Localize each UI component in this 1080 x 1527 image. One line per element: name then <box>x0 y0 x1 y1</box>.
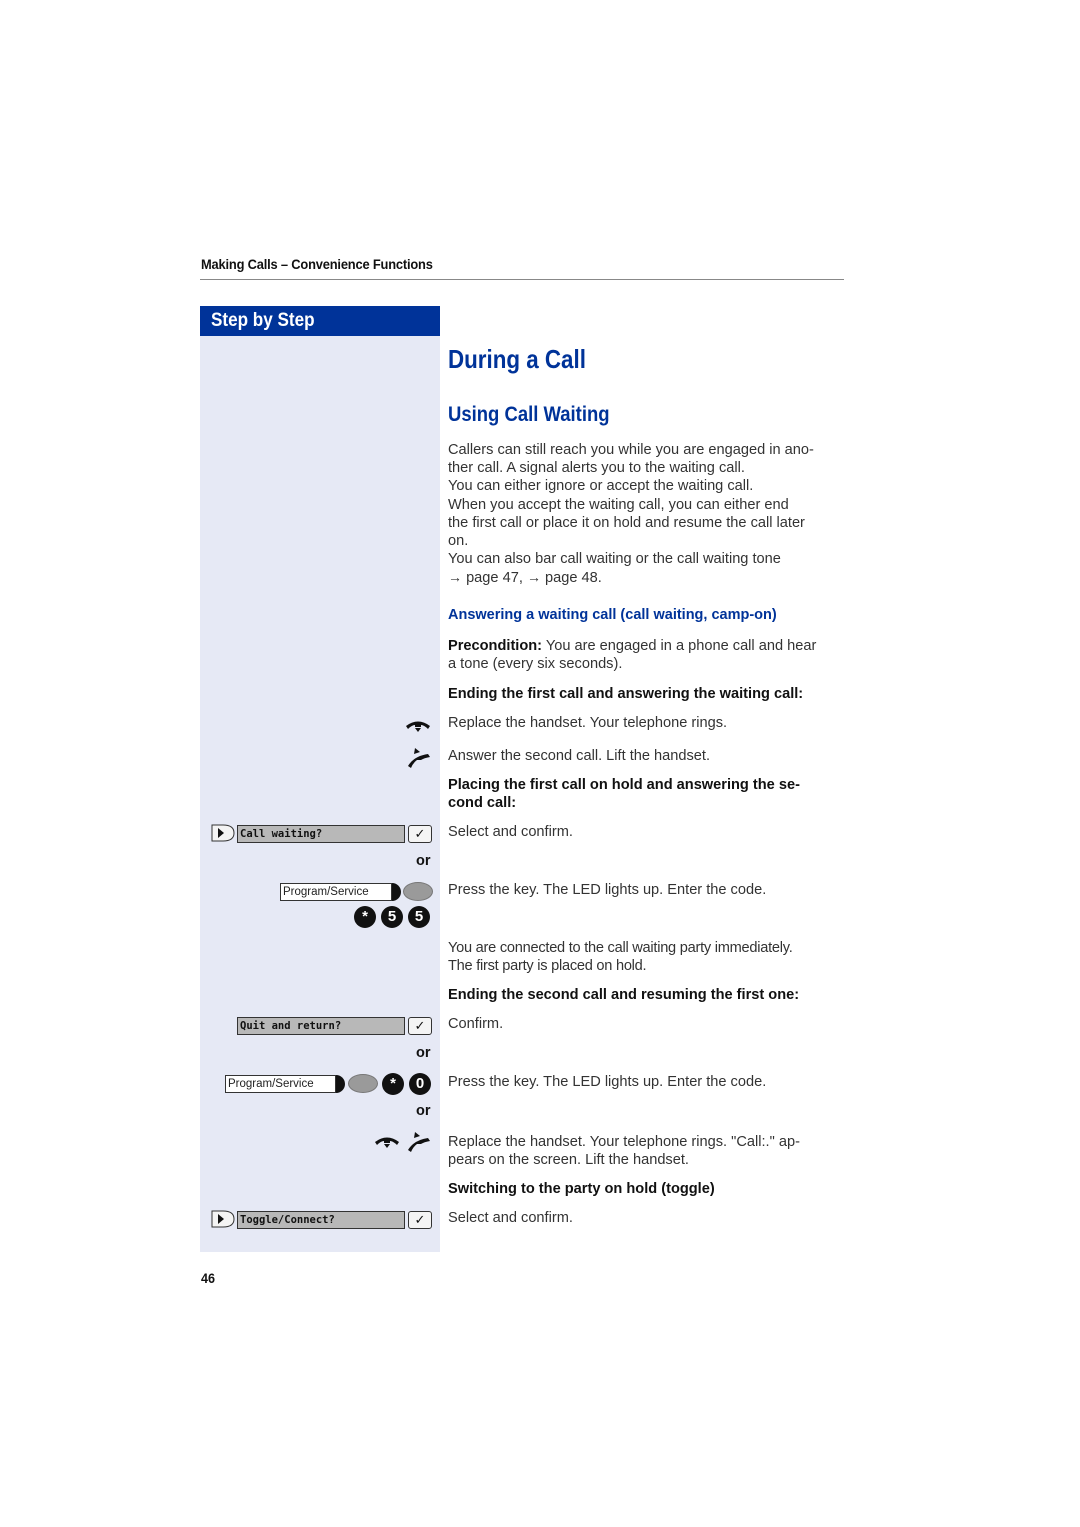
arrow-right-icon: → <box>526 569 541 586</box>
text-line: You are connected to the call waiting pa… <box>448 940 793 956</box>
handset-down-icon <box>375 1137 399 1148</box>
intro-line: You can either ignore or accept the wait… <box>448 478 754 495</box>
digit-5-key-icon: 5 <box>408 906 430 928</box>
navigate-arrow-icon[interactable] <box>211 824 235 842</box>
step-text: You are connected to the call waiting pa… <box>448 939 858 975</box>
intro-paragraph: Callers can still reach you while you ar… <box>448 441 858 588</box>
display-call-waiting[interactable]: Call waiting? <box>237 825 405 843</box>
step-heading: Ending the second call and resuming the … <box>448 987 800 1003</box>
intro-line: When you accept the waiting call, you ca… <box>448 496 789 513</box>
led-icon <box>403 882 433 901</box>
text-line: Replace the handset. Your telephone ring… <box>448 1134 800 1150</box>
heading-line: cond call: <box>448 795 517 812</box>
or-label: or <box>416 853 431 869</box>
precondition-label: Precondition: <box>448 638 543 654</box>
page-number: 46 <box>201 1270 216 1286</box>
arrow-right-icon: → <box>448 569 462 586</box>
intro-line: the first call or place it on hold and r… <box>448 514 805 531</box>
confirm-check-button[interactable]: ✓ <box>408 825 432 843</box>
running-head: Making Calls – Convenience Functions <box>201 256 433 272</box>
step-heading: Ending the first call and answering the … <box>448 686 804 702</box>
page-ref-link[interactable]: page 47, <box>466 570 523 586</box>
precondition-text: a tone (every six seconds). <box>448 656 623 673</box>
sidebar-header: Step by Step <box>200 306 440 336</box>
or-label: or <box>416 1103 431 1119</box>
step-text: Press the key. The LED lights up. Enter … <box>448 1074 767 1090</box>
star-key-icon: * <box>382 1073 404 1095</box>
heading-line: Placing the first call on hold and answe… <box>448 777 800 793</box>
intro-line: on. <box>448 533 469 550</box>
page-ref-link[interactable]: page 48. <box>545 570 602 586</box>
step-heading: Switching to the party on hold (toggle) <box>448 1181 715 1197</box>
digit-5-key-icon: 5 <box>381 906 403 928</box>
handset-up-icon <box>408 748 430 768</box>
or-label: or <box>416 1045 431 1061</box>
navigate-arrow-icon[interactable] <box>211 1210 235 1228</box>
text-line: The first party is placed on hold. <box>448 958 647 975</box>
step-text: Replace the handset. Your telephone ring… <box>448 1133 858 1169</box>
display-toggle-connect[interactable]: Toggle/Connect? <box>237 1211 405 1229</box>
intro-line: ther call. A signal alerts you to the wa… <box>448 460 745 477</box>
step-text: Replace the handset. Your telephone ring… <box>448 715 728 731</box>
header-divider <box>200 279 844 280</box>
program-service-key[interactable]: Program/Service <box>225 1075 336 1093</box>
step-text: Answer the second call. Lift the handset… <box>448 748 711 764</box>
handset-down-icon <box>406 721 430 732</box>
section-title: Using Call Waiting <box>448 403 610 426</box>
step-text: Select and confirm. <box>448 824 573 840</box>
intro-line: Callers can still reach you while you ar… <box>448 442 814 458</box>
digit-0-key-icon: 0 <box>409 1073 431 1095</box>
step-text: Select and confirm. <box>448 1210 573 1226</box>
step-text: Confirm. <box>448 1016 504 1032</box>
step-text: Press the key. The LED lights up. Enter … <box>448 882 767 898</box>
step-by-step-sidebar <box>200 306 440 1252</box>
precondition-text: You are engaged in a phone call and hear <box>542 638 817 654</box>
led-icon <box>348 1074 378 1093</box>
page-title: During a Call <box>448 344 586 374</box>
confirm-check-button[interactable]: ✓ <box>408 1211 432 1229</box>
handset-up-icon <box>408 1132 430 1152</box>
precondition: Precondition: You are engaged in a phone… <box>448 637 848 673</box>
confirm-check-button[interactable]: ✓ <box>408 1017 432 1035</box>
subsection-heading: Answering a waiting call (call waiting, … <box>448 607 777 623</box>
display-quit-and-return[interactable]: Quit and return? <box>237 1017 405 1035</box>
sidebar-header-label: Step by Step <box>211 310 315 331</box>
star-key-icon: * <box>354 906 376 928</box>
text-line: pears on the screen. Lift the handset. <box>448 1152 689 1169</box>
step-heading: Placing the first call on hold and answe… <box>448 776 858 812</box>
page-references: → page 47, → page 48. <box>448 568 858 587</box>
intro-line: You can also bar call waiting or the cal… <box>448 551 781 568</box>
program-service-key[interactable]: Program/Service <box>280 883 392 901</box>
